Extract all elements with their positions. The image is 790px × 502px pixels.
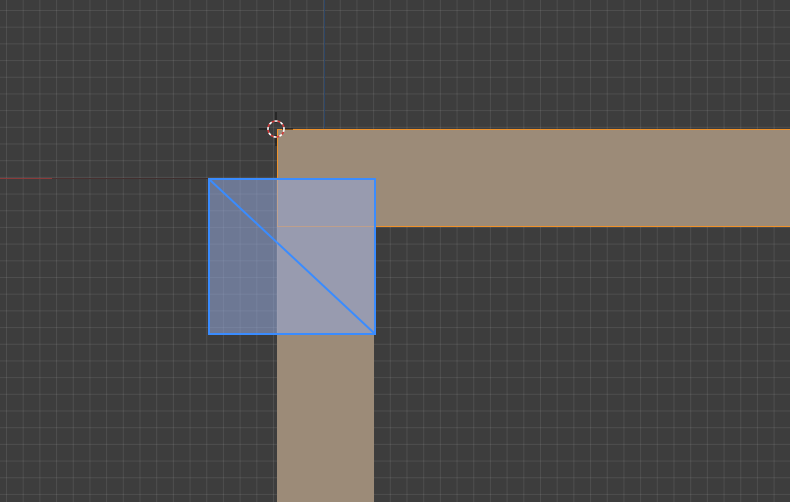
selected-face[interactable]	[208, 178, 376, 335]
y-axis-line	[324, 0, 325, 128]
x-axis-line	[0, 178, 210, 179]
face-diagonal-edge	[209, 179, 375, 334]
3d-cursor-icon[interactable]	[259, 112, 293, 146]
3d-viewport[interactable]	[0, 0, 790, 502]
